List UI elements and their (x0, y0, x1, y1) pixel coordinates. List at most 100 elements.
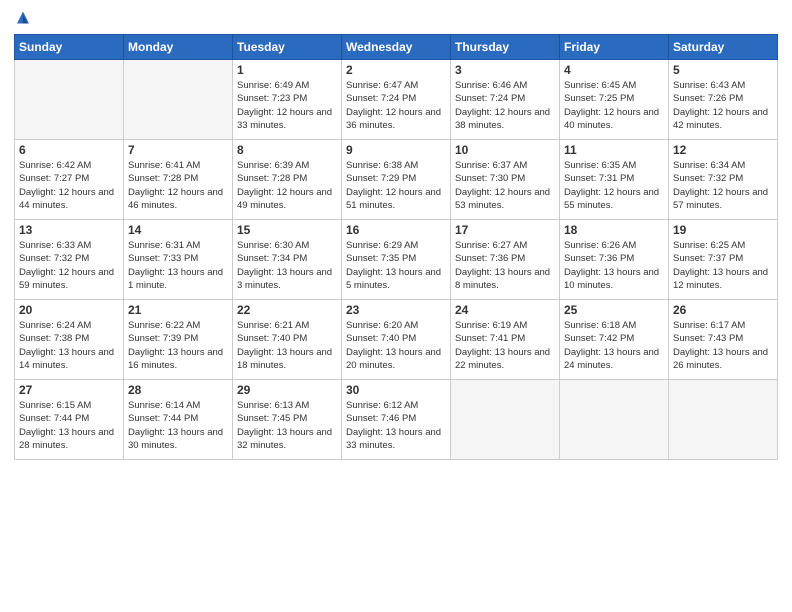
day-number: 17 (455, 223, 555, 237)
day-number: 16 (346, 223, 446, 237)
calendar-cell: 29Sunrise: 6:13 AMSunset: 7:45 PMDayligh… (233, 380, 342, 460)
calendar-week-row: 6 Sunrise: 6:42 AMSunset: 7:27 PMDaylight… (15, 140, 778, 220)
day-info: Sunrise: 6:49 AMSunset: 7:23 PMDaylight:… (237, 79, 337, 132)
calendar-table: SundayMondayTuesdayWednesdayThursdayFrid… (14, 34, 778, 460)
header (14, 10, 778, 28)
day-info: Sunrise: 6:41 AMSunset: 7:28 PMDaylight:… (128, 159, 228, 212)
day-info: Sunrise: 6:21 AMSunset: 7:40 PMDaylight:… (237, 319, 337, 372)
day-info: Sunrise: 6:22 AMSunset: 7:39 PMDaylight:… (128, 319, 228, 372)
calendar-header-row: SundayMondayTuesdayWednesdayThursdayFrid… (15, 35, 778, 60)
calendar-cell: 24 Sunrise: 6:19 AMSunset: 7:41 PMDayligh… (451, 300, 560, 380)
day-info: Sunrise: 6:43 AMSunset: 7:26 PMDaylight:… (673, 79, 773, 132)
day-info: Sunrise: 6:12 AMSunset: 7:46 PMDaylight:… (346, 399, 446, 452)
day-info: Sunrise: 6:20 AMSunset: 7:40 PMDaylight:… (346, 319, 446, 372)
day-number: 10 (455, 143, 555, 157)
day-number: 24 (455, 303, 555, 317)
day-info: Sunrise: 6:39 AMSunset: 7:28 PMDaylight:… (237, 159, 337, 212)
calendar-cell: 21 Sunrise: 6:22 AMSunset: 7:39 PMDayligh… (124, 300, 233, 380)
calendar-cell: 11Sunrise: 6:35 AMSunset: 7:31 PMDayligh… (560, 140, 669, 220)
day-number: 1 (237, 63, 337, 77)
day-info: Sunrise: 6:37 AMSunset: 7:30 PMDaylight:… (455, 159, 555, 212)
calendar-cell: 3Sunrise: 6:46 AMSunset: 7:24 PMDaylight… (451, 60, 560, 140)
day-number: 12 (673, 143, 773, 157)
calendar-cell: 8 Sunrise: 6:39 AMSunset: 7:28 PMDaylight… (233, 140, 342, 220)
day-number: 23 (346, 303, 446, 317)
calendar-cell: 19 Sunrise: 6:25 AMSunset: 7:37 PMDayligh… (669, 220, 778, 300)
day-number: 25 (564, 303, 664, 317)
day-number: 15 (237, 223, 337, 237)
day-info: Sunrise: 6:45 AMSunset: 7:25 PMDaylight:… (564, 79, 664, 132)
day-info: Sunrise: 6:34 AMSunset: 7:32 PMDaylight:… (673, 159, 773, 212)
calendar-cell (124, 60, 233, 140)
day-info: Sunrise: 6:29 AMSunset: 7:35 PMDaylight:… (346, 239, 446, 292)
calendar-cell: 26Sunrise: 6:17 AMSunset: 7:43 PMDayligh… (669, 300, 778, 380)
calendar-cell: 6 Sunrise: 6:42 AMSunset: 7:27 PMDaylight… (15, 140, 124, 220)
day-number: 28 (128, 383, 228, 397)
calendar-cell: 25 Sunrise: 6:18 AMSunset: 7:42 PMDayligh… (560, 300, 669, 380)
day-info: Sunrise: 6:18 AMSunset: 7:42 PMDaylight:… (564, 319, 664, 372)
calendar-week-row: 1 Sunrise: 6:49 AMSunset: 7:23 PMDaylight… (15, 60, 778, 140)
calendar-cell (560, 380, 669, 460)
day-number: 27 (19, 383, 119, 397)
day-info: Sunrise: 6:38 AMSunset: 7:29 PMDaylight:… (346, 159, 446, 212)
day-number: 18 (564, 223, 664, 237)
calendar-header-friday: Friday (560, 35, 669, 60)
day-number: 3 (455, 63, 555, 77)
day-info: Sunrise: 6:15 AMSunset: 7:44 PMDaylight:… (19, 399, 119, 452)
calendar-cell: 15 Sunrise: 6:30 AMSunset: 7:34 PMDayligh… (233, 220, 342, 300)
day-number: 29 (237, 383, 337, 397)
day-number: 21 (128, 303, 228, 317)
calendar-cell: 16 Sunrise: 6:29 AMSunset: 7:35 PMDayligh… (342, 220, 451, 300)
day-info: Sunrise: 6:14 AMSunset: 7:44 PMDaylight:… (128, 399, 228, 452)
calendar-cell: 20Sunrise: 6:24 AMSunset: 7:38 PMDayligh… (15, 300, 124, 380)
calendar-cell (451, 380, 560, 460)
day-info: Sunrise: 6:31 AMSunset: 7:33 PMDaylight:… (128, 239, 228, 292)
calendar-week-row: 27 Sunrise: 6:15 AMSunset: 7:44 PMDayligh… (15, 380, 778, 460)
logo (14, 10, 36, 28)
calendar-cell: 10 Sunrise: 6:37 AMSunset: 7:30 PMDayligh… (451, 140, 560, 220)
day-info: Sunrise: 6:33 AMSunset: 7:32 PMDaylight:… (19, 239, 119, 292)
day-number: 6 (19, 143, 119, 157)
calendar-header-saturday: Saturday (669, 35, 778, 60)
day-number: 19 (673, 223, 773, 237)
day-number: 9 (346, 143, 446, 157)
calendar-header-thursday: Thursday (451, 35, 560, 60)
calendar-cell: 5 Sunrise: 6:43 AMSunset: 7:26 PMDaylight… (669, 60, 778, 140)
day-info: Sunrise: 6:19 AMSunset: 7:41 PMDaylight:… (455, 319, 555, 372)
calendar-cell: 2 Sunrise: 6:47 AMSunset: 7:24 PMDaylight… (342, 60, 451, 140)
day-number: 2 (346, 63, 446, 77)
calendar-cell: 23 Sunrise: 6:20 AMSunset: 7:40 PMDayligh… (342, 300, 451, 380)
day-info: Sunrise: 6:47 AMSunset: 7:24 PMDaylight:… (346, 79, 446, 132)
day-number: 11 (564, 143, 664, 157)
day-number: 20 (19, 303, 119, 317)
day-number: 8 (237, 143, 337, 157)
calendar-cell: 9 Sunrise: 6:38 AMSunset: 7:29 PMDaylight… (342, 140, 451, 220)
calendar-cell: 27 Sunrise: 6:15 AMSunset: 7:44 PMDayligh… (15, 380, 124, 460)
calendar-page: SundayMondayTuesdayWednesdayThursdayFrid… (0, 0, 792, 612)
calendar-cell (669, 380, 778, 460)
day-number: 22 (237, 303, 337, 317)
calendar-cell (15, 60, 124, 140)
day-number: 4 (564, 63, 664, 77)
calendar-header-tuesday: Tuesday (233, 35, 342, 60)
day-number: 5 (673, 63, 773, 77)
calendar-week-row: 13 Sunrise: 6:33 AMSunset: 7:32 PMDayligh… (15, 220, 778, 300)
day-number: 14 (128, 223, 228, 237)
calendar-cell: 14 Sunrise: 6:31 AMSunset: 7:33 PMDayligh… (124, 220, 233, 300)
calendar-cell: 7 Sunrise: 6:41 AMSunset: 7:28 PMDaylight… (124, 140, 233, 220)
calendar-cell: 18 Sunrise: 6:26 AMSunset: 7:36 PMDayligh… (560, 220, 669, 300)
calendar-header-sunday: Sunday (15, 35, 124, 60)
day-info: Sunrise: 6:30 AMSunset: 7:34 PMDaylight:… (237, 239, 337, 292)
calendar-cell: 1 Sunrise: 6:49 AMSunset: 7:23 PMDaylight… (233, 60, 342, 140)
calendar-cell: 30Sunrise: 6:12 AMSunset: 7:46 PMDayligh… (342, 380, 451, 460)
day-number: 13 (19, 223, 119, 237)
day-info: Sunrise: 6:42 AMSunset: 7:27 PMDaylight:… (19, 159, 119, 212)
calendar-header-monday: Monday (124, 35, 233, 60)
day-info: Sunrise: 6:27 AMSunset: 7:36 PMDaylight:… (455, 239, 555, 292)
calendar-cell: 13 Sunrise: 6:33 AMSunset: 7:32 PMDayligh… (15, 220, 124, 300)
calendar-cell: 4 Sunrise: 6:45 AMSunset: 7:25 PMDaylight… (560, 60, 669, 140)
calendar-cell: 22 Sunrise: 6:21 AMSunset: 7:40 PMDayligh… (233, 300, 342, 380)
day-info: Sunrise: 6:25 AMSunset: 7:37 PMDaylight:… (673, 239, 773, 292)
day-number: 7 (128, 143, 228, 157)
day-info: Sunrise: 6:26 AMSunset: 7:36 PMDaylight:… (564, 239, 664, 292)
